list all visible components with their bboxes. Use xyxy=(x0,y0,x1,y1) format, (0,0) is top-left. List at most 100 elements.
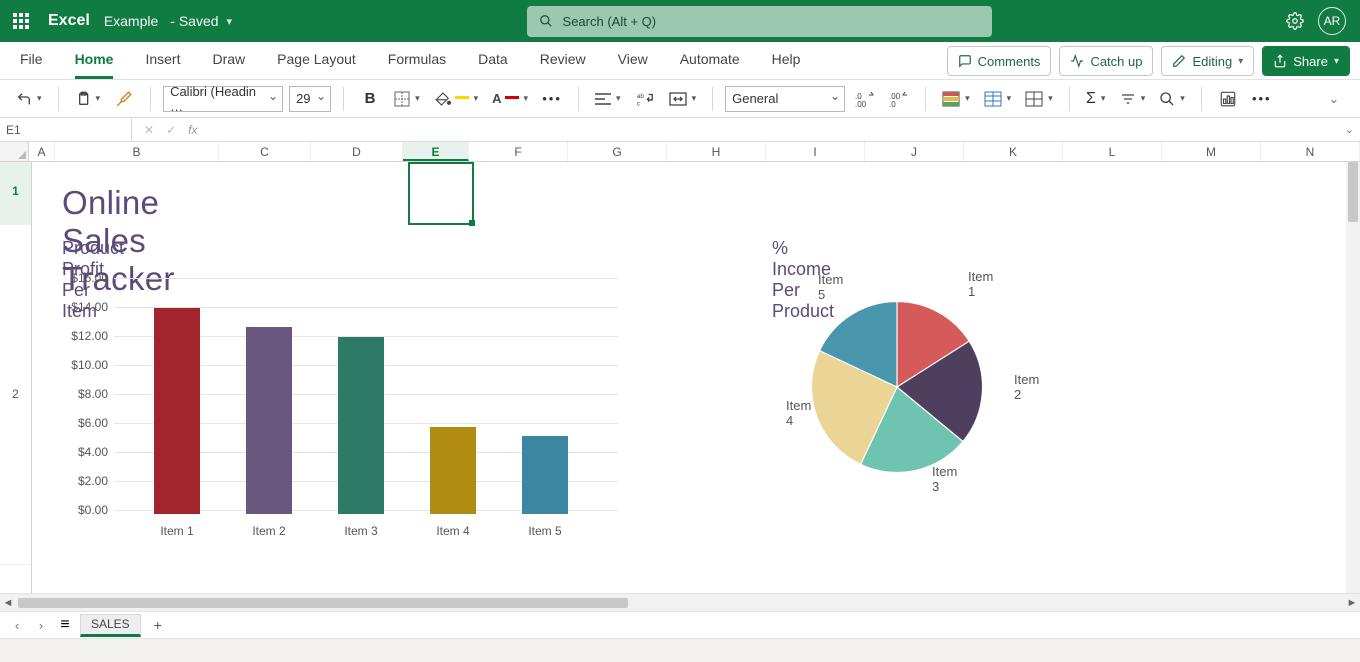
fill-handle[interactable] xyxy=(469,220,475,226)
tab-formulas[interactable]: Formulas xyxy=(388,43,446,78)
borders-button[interactable]: ▾ xyxy=(390,85,424,113)
vertical-scrollbar[interactable] xyxy=(1346,162,1360,593)
align-button[interactable]: ▾ xyxy=(591,85,625,113)
ribbon-collapse-button[interactable]: ⌄ xyxy=(1320,85,1348,113)
column-header[interactable]: H xyxy=(667,142,766,161)
y-tick-label: $0.00 xyxy=(58,503,108,517)
tab-review[interactable]: Review xyxy=(540,43,586,78)
column-header[interactable]: E xyxy=(403,142,469,161)
user-avatar[interactable]: AR xyxy=(1318,7,1346,35)
analyze-data-button[interactable] xyxy=(1214,85,1242,113)
column-header[interactable]: F xyxy=(469,142,568,161)
ribbon-toolbar: ▾ ▾ Calibri (Headin … 29 B ▾ ▾ A▾ ••• ▾ … xyxy=(0,80,1360,118)
doc-title: Example xyxy=(104,13,158,29)
number-format-select[interactable]: General xyxy=(725,86,845,112)
catchup-button[interactable]: Catch up xyxy=(1059,46,1153,76)
editing-button[interactable]: Editing ▾ xyxy=(1161,46,1254,76)
bar[interactable] xyxy=(154,308,200,514)
search-input[interactable]: Search (Alt + Q) xyxy=(527,6,992,37)
all-sheets-button[interactable]: ≡ xyxy=(56,616,74,634)
settings-button[interactable] xyxy=(1286,12,1304,30)
tab-help[interactable]: Help xyxy=(772,43,801,78)
column-header[interactable]: J xyxy=(865,142,964,161)
bar[interactable] xyxy=(522,436,568,514)
increase-decimal-button[interactable]: .0.00 xyxy=(851,85,879,113)
column-header[interactable]: C xyxy=(219,142,311,161)
more-font-button[interactable]: ••• xyxy=(538,85,566,113)
font-select[interactable]: Calibri (Headin … xyxy=(163,86,283,112)
sort-filter-button[interactable]: ▾ xyxy=(1116,85,1150,113)
scrollbar-thumb[interactable] xyxy=(18,598,628,608)
column-header[interactable]: L xyxy=(1063,142,1162,161)
bold-button[interactable]: B xyxy=(356,85,384,113)
select-all-corner[interactable] xyxy=(0,142,29,162)
tab-page-layout[interactable]: Page Layout xyxy=(277,43,356,78)
scroll-left-arrow[interactable]: ◄ xyxy=(0,597,16,609)
column-header[interactable]: I xyxy=(766,142,865,161)
ribbon-more-button[interactable]: ••• xyxy=(1248,85,1276,113)
font-size-select[interactable]: 29 xyxy=(289,86,331,112)
active-cell[interactable] xyxy=(408,162,474,225)
format-painter-button[interactable] xyxy=(110,85,138,113)
row-header[interactable]: 1 xyxy=(0,162,31,225)
cell-styles-button[interactable]: ▾ xyxy=(1021,85,1057,113)
ribbon-tabs: File Home Insert Draw Page Layout Formulas Dat… xyxy=(0,42,1360,80)
column-header[interactable]: G xyxy=(568,142,667,161)
clipboard-icon xyxy=(75,90,91,108)
comments-button[interactable]: Comments xyxy=(947,46,1052,76)
decrease-decimal-button[interactable]: .00.0 xyxy=(885,85,913,113)
bar[interactable] xyxy=(430,427,476,514)
sheet-tab-sales[interactable]: SALES xyxy=(80,614,141,637)
pie-chart[interactable] xyxy=(802,292,992,482)
conditional-format-button[interactable]: ▾ xyxy=(938,85,974,113)
prev-sheet-button[interactable]: ‹ xyxy=(8,618,26,633)
tab-insert[interactable]: Insert xyxy=(145,43,180,78)
column-header[interactable]: D xyxy=(311,142,403,161)
column-header[interactable]: A xyxy=(29,142,55,161)
column-header[interactable]: N xyxy=(1261,142,1360,161)
tab-home[interactable]: Home xyxy=(75,43,114,79)
expand-formula-bar[interactable]: ⌄ xyxy=(1345,123,1360,136)
undo-button[interactable]: ▾ xyxy=(12,85,46,113)
fill-color-button[interactable]: ▾ xyxy=(430,85,483,113)
column-header[interactable]: M xyxy=(1162,142,1261,161)
autosum-button[interactable]: Σ▾ xyxy=(1082,85,1110,113)
format-table-button[interactable]: ▾ xyxy=(980,85,1016,113)
tab-data[interactable]: Data xyxy=(478,43,508,78)
column-header[interactable]: B xyxy=(55,142,219,161)
bar-chart[interactable]: $16.00$14.00$12.00$10.00$8.00$6.00$4.00$… xyxy=(58,278,618,538)
svg-text:c: c xyxy=(636,100,639,107)
y-tick-label: $16.00 xyxy=(58,271,108,285)
share-button[interactable]: Share ▾ xyxy=(1262,46,1350,76)
worksheet[interactable]: ABCDEFGHIJKLMN 1 2 Online Sales Tracker … xyxy=(0,142,1360,593)
horizontal-scrollbar[interactable]: ◄ ► xyxy=(0,593,1360,611)
font-color-button[interactable]: A▾ xyxy=(488,85,532,113)
scrollbar-thumb[interactable] xyxy=(1348,162,1358,222)
tab-file[interactable]: File xyxy=(20,43,43,78)
cancel-formula-icon[interactable]: ✕ xyxy=(144,123,154,137)
tab-view[interactable]: View xyxy=(618,43,648,78)
document-name[interactable]: Example - Saved ▾ xyxy=(104,13,232,29)
wrap-text-button[interactable]: abc xyxy=(631,85,659,113)
scroll-right-arrow[interactable]: ► xyxy=(1344,597,1360,609)
paste-button[interactable]: ▾ xyxy=(71,85,105,113)
app-launcher-icon[interactable] xyxy=(0,13,42,29)
bar[interactable] xyxy=(246,327,292,514)
enter-formula-icon[interactable]: ✓ xyxy=(166,123,176,137)
bar[interactable] xyxy=(338,337,384,514)
sort-icon xyxy=(1120,91,1136,107)
merge-button[interactable]: ▾ xyxy=(665,85,701,113)
tab-automate[interactable]: Automate xyxy=(680,43,740,78)
add-sheet-button[interactable]: + xyxy=(147,617,169,633)
name-box[interactable]: E1 xyxy=(0,118,132,142)
cf-icon xyxy=(942,91,960,107)
y-tick-label: $2.00 xyxy=(58,474,108,488)
column-header[interactable]: K xyxy=(964,142,1063,161)
tab-draw[interactable]: Draw xyxy=(212,43,245,78)
sheet-tab-bar: ‹ › ≡ SALES + xyxy=(0,611,1360,638)
row-header[interactable]: 2 xyxy=(0,225,31,565)
find-button[interactable]: ▾ xyxy=(1155,85,1189,113)
fx-icon[interactable]: fx xyxy=(188,123,197,137)
next-sheet-button[interactable]: › xyxy=(32,618,50,633)
merge-icon xyxy=(669,92,687,106)
